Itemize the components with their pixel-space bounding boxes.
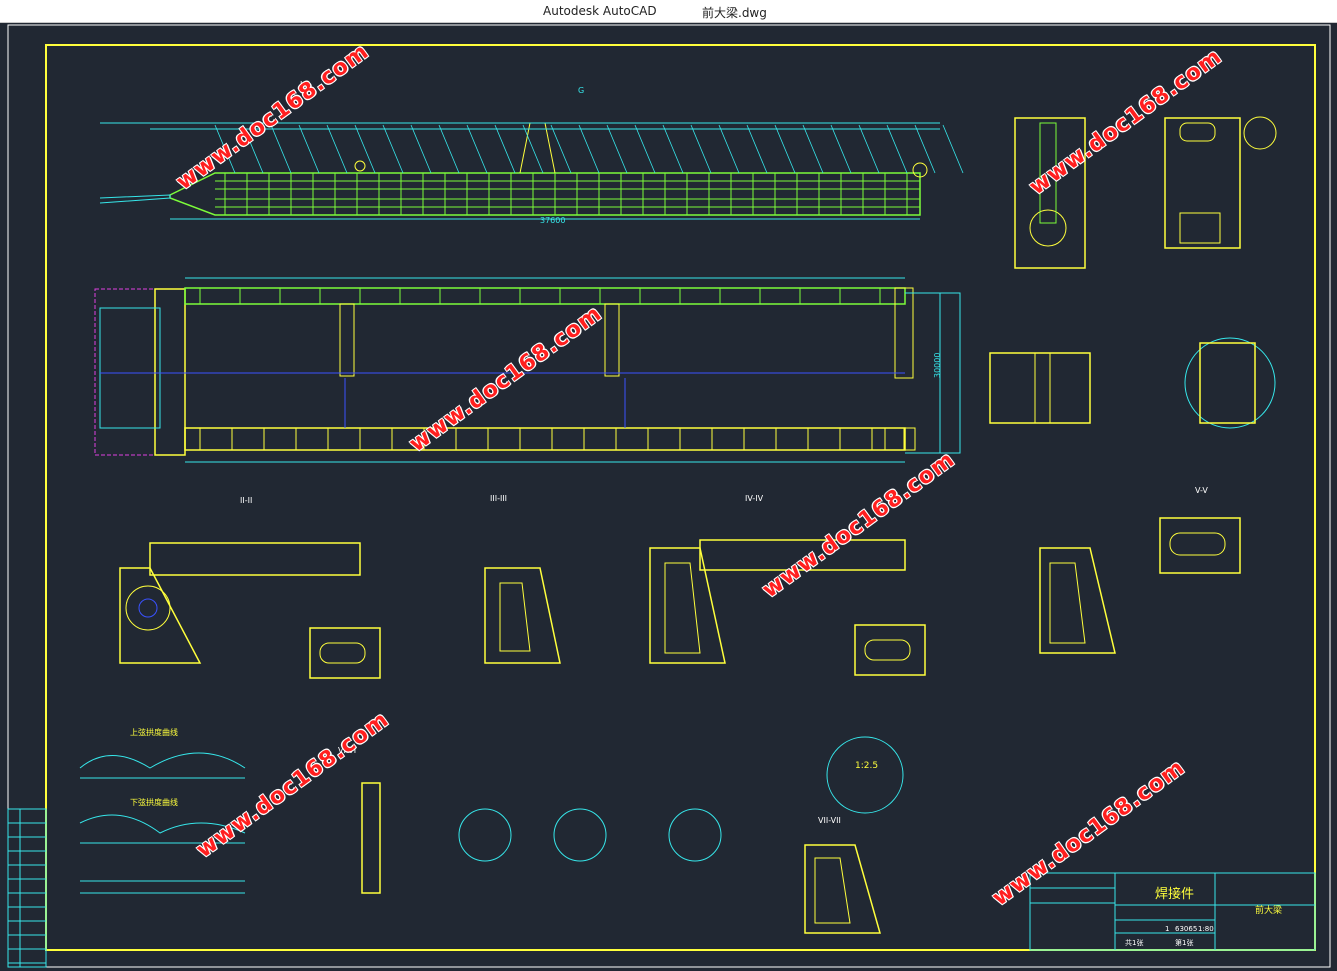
lower-camber-note: 下弦拱度曲线 <box>130 797 178 807</box>
section-label-4: IV-IV <box>745 494 764 503</box>
drawing-canvas[interactable]: 37600 30000 G I-I II-II III-III IV-IV V-… <box>0 23 1337 971</box>
detail-scale: 1:2.5 <box>855 761 878 771</box>
section-label-3: III-III <box>490 494 507 503</box>
center-span-dim: 30000 <box>933 353 942 378</box>
part-name: 前大梁 <box>1255 904 1282 916</box>
quantity: 1 <box>1165 925 1169 933</box>
weight: 63065 <box>1175 925 1197 933</box>
section-details-mid <box>119 517 1241 679</box>
overall-length-dim: 37600 <box>540 216 565 225</box>
section-label-2: II-II <box>240 496 252 505</box>
upper-camber-note: 上弦拱度曲线 <box>130 727 178 737</box>
sheet-number: 第1张 <box>1175 938 1193 947</box>
file-name: 前大梁.dwg <box>702 6 767 20</box>
scale: 1:80 <box>1198 925 1214 933</box>
section-details-right <box>989 116 1277 429</box>
drawing-name: 焊接件 <box>1155 886 1194 902</box>
section-label-5: V-V <box>1195 486 1208 495</box>
revision-table <box>7 808 47 968</box>
chord-label: G <box>578 86 584 95</box>
section-label-7: VII-VII <box>818 816 841 825</box>
window-title-bar: Autodesk AutoCAD 前大梁.dwg <box>0 0 1337 23</box>
app-title: Autodesk AutoCAD <box>543 4 657 18</box>
sheet-total: 共1张 <box>1125 938 1143 947</box>
